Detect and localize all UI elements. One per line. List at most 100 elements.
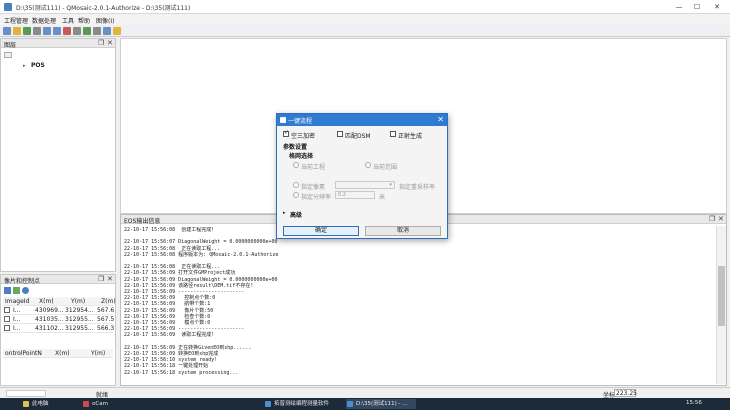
ortho-label: 正射生成	[398, 133, 423, 140]
range-group-title: 格网选择	[289, 153, 314, 160]
table-cell: 312955...	[65, 325, 94, 332]
output-panel-title: EOS输出信息	[124, 218, 161, 225]
image-table: ImageId X(m) Y(m) Z(m) I... 430969... 31…	[3, 297, 116, 333]
table-row[interactable]: I... 431035... 312955... 567.5	[3, 315, 114, 324]
menu-data[interactable]: 数据处理	[32, 16, 56, 25]
zoom-field[interactable]: 223.25	[614, 389, 637, 397]
app-icon	[4, 3, 12, 11]
aerial-triangulation-checkbox[interactable]	[283, 129, 289, 137]
output-log[interactable]: 22-10-17 15:56:08 创建工程完成! 22-10-17 15:56…	[124, 227, 712, 385]
layer-panel-title: 图层	[4, 42, 17, 49]
radio-specified-resolution[interactable]	[293, 192, 299, 198]
log-scrollbar[interactable]	[716, 226, 726, 384]
ortho-checkbox[interactable]	[390, 131, 396, 137]
table-cell: I...	[13, 307, 21, 314]
dsm-label: 匹配DSM	[345, 133, 371, 140]
table-header: ontrolPointN X(m) Y(m)	[3, 349, 113, 358]
window-title: D:\35(测试111) - QMosaic-2.0.1-Authorize -…	[16, 5, 191, 12]
layer-panel: 图层 ❐ ✕ ▸ POS	[0, 38, 116, 272]
control-panel-title: 像片和控制点	[4, 278, 41, 285]
radio-current-range[interactable]	[365, 162, 371, 168]
row-checkbox[interactable]	[4, 316, 10, 322]
edit-icon[interactable]	[13, 287, 20, 294]
advanced-toggle[interactable]: 高级	[290, 210, 302, 219]
layer-item-pos[interactable]: POS	[31, 62, 45, 69]
radio-specified-pixel[interactable]	[293, 182, 299, 188]
panel-close-icon[interactable]: ✕	[718, 215, 724, 223]
import-icon[interactable]	[4, 287, 11, 294]
float-icon[interactable]: ❐	[709, 215, 715, 223]
maximize-button[interactable]: ☐	[690, 2, 704, 12]
table-cell: 312955...	[65, 316, 94, 323]
resample-note: 指定重采样率	[399, 184, 436, 191]
grid-icon[interactable]	[93, 27, 101, 35]
unit-label: 米	[379, 194, 386, 201]
control-point-table: ontrolPointN X(m) Y(m)	[3, 349, 113, 358]
settings-icon[interactable]	[33, 27, 41, 35]
menu-tools[interactable]: 工具	[62, 16, 74, 25]
new-icon[interactable]	[3, 27, 11, 35]
table-header: ImageId X(m) Y(m) Z(m)	[3, 297, 116, 306]
table-cell: I...	[13, 316, 21, 323]
dialog-title: 一键流程	[288, 118, 313, 125]
layer-icon[interactable]	[103, 27, 111, 35]
panel-close-icon[interactable]: ✕	[107, 39, 113, 47]
dsm-checkbox[interactable]	[337, 131, 343, 137]
tool-icon[interactable]	[113, 27, 121, 35]
taskbar-item[interactable]: oCam	[82, 399, 142, 409]
taskbar-clock: 15:56	[686, 400, 702, 406]
status-field	[6, 390, 46, 397]
cancel-button[interactable]: 取消	[365, 226, 441, 236]
dialog-icon	[280, 117, 286, 123]
chevron-right-icon[interactable]: ▸	[283, 210, 286, 216]
float-icon[interactable]: ❐	[98, 39, 104, 47]
close-button[interactable]: ✕	[710, 2, 724, 12]
radio-current-project-label: 当前工程	[301, 164, 326, 171]
info-icon[interactable]	[22, 287, 29, 294]
pixel-select[interactable]: ▾	[335, 181, 395, 189]
table-cell: 312954...	[65, 307, 94, 314]
title-bar: D:\35(测试111) - QMosaic-2.0.1-Authorize -…	[0, 0, 730, 14]
layer-toolbar[interactable]	[4, 52, 12, 58]
column-header: Y(m)	[71, 298, 86, 305]
dialog-title-bar: 一键流程 ✕	[277, 114, 447, 126]
menu-help[interactable]: 帮助	[78, 16, 90, 25]
minimize-button[interactable]: —	[672, 2, 686, 12]
panel-close-icon[interactable]: ✕	[107, 275, 113, 283]
row-checkbox[interactable]	[4, 325, 10, 331]
table-row[interactable]: I... 431102... 312955... 566.3	[3, 324, 115, 333]
radio-current-project[interactable]	[293, 162, 299, 168]
zoom-in-icon[interactable]	[43, 27, 51, 35]
chevron-down-icon: ▾	[389, 182, 392, 188]
table-cell: I...	[13, 325, 21, 332]
aerial-triangulation-label: 空三加密	[291, 133, 316, 140]
output-panel: EOS输出信息 ❐ ✕ 22-10-17 15:56:08 创建工程完成! 22…	[120, 214, 727, 386]
dialog-close-icon[interactable]: ✕	[437, 115, 444, 124]
tree-expand-icon[interactable]: ▸	[23, 63, 26, 69]
resolution-input[interactable]: 0.2	[335, 191, 375, 199]
log-line: 22-10-17 15:56:18 system processing...	[124, 369, 239, 376]
run-icon[interactable]	[83, 27, 91, 35]
menu-image[interactable]: 图像(I)	[96, 16, 114, 25]
row-checkbox[interactable]	[4, 307, 10, 313]
zoom-out-icon[interactable]	[53, 27, 61, 35]
table-cell: 431102...	[35, 325, 64, 332]
menu-project[interactable]: 工程管理	[4, 16, 28, 25]
taskbar-item-active[interactable]: D:\35(测试111) - ...	[346, 399, 416, 409]
stop-icon[interactable]	[63, 27, 71, 35]
pan-icon[interactable]	[73, 27, 81, 35]
save-icon[interactable]	[23, 27, 31, 35]
taskbar-item[interactable]: 拓普测绘编程测量软件	[264, 399, 346, 409]
table-cell: 431035...	[35, 316, 64, 323]
table-cell: 566.3	[97, 325, 115, 332]
open-icon[interactable]	[13, 27, 21, 35]
toolbar	[0, 25, 730, 37]
float-icon[interactable]: ❐	[98, 275, 104, 283]
column-header: Z(m)	[101, 298, 116, 305]
table-row[interactable]: I... 430969... 312954... 567.6	[3, 306, 114, 315]
control-point-panel: 像片和控制点 ❐ ✕ ImageId X(m) Y(m) Z(m) I... 4…	[0, 274, 116, 386]
taskbar-item[interactable]: 此电脑	[22, 399, 82, 409]
scrollbar-thumb[interactable]	[718, 266, 725, 326]
table-cell: 430969...	[35, 307, 64, 314]
ok-button[interactable]: 确定	[283, 226, 359, 236]
